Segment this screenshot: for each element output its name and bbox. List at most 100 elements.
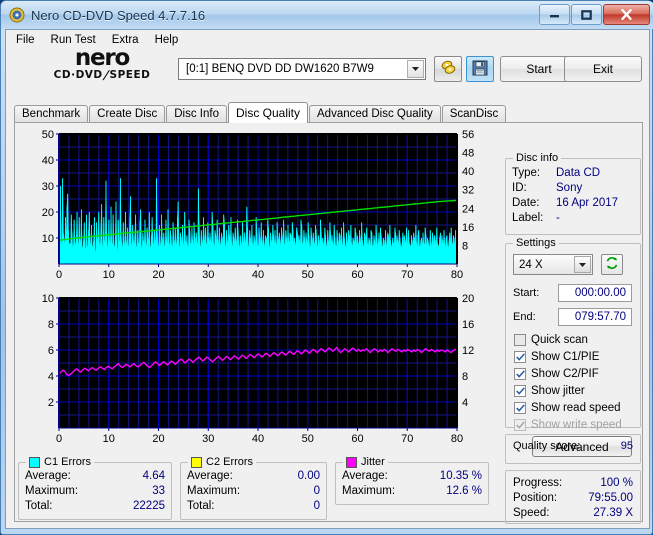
refresh-icon [605, 256, 619, 273]
speed-select[interactable]: 24 X [513, 254, 593, 275]
svg-text:40: 40 [42, 155, 54, 167]
start-button-label: Start [526, 62, 552, 76]
jitter-average-value: 10.35 % [439, 470, 482, 482]
c1-error-chart[interactable]: 10 20 30 40 50 8 16 24 32 40 48 56 0 10 20 30 40 50 60 70 80 [18, 128, 498, 288]
tab-scandisc[interactable]: ScanDisc [441, 105, 507, 122]
speed-label: Speed: [513, 507, 550, 519]
progress-value: 100 % [600, 477, 633, 489]
window-title: Nero CD-DVD Speed 4.7.7.16 [31, 7, 206, 23]
menu-item-file[interactable]: File [16, 34, 35, 46]
refresh-speed-button[interactable] [601, 254, 623, 275]
eject-disc-icon [440, 60, 457, 78]
status-row: Speed: 27.39 X [513, 506, 633, 521]
save-floppy-icon [472, 60, 488, 79]
svg-text:30: 30 [202, 433, 214, 445]
drive-selector[interactable]: [0:1] BENQ DVD DD DW1620 B7W9 [178, 58, 426, 80]
svg-text:30: 30 [42, 181, 54, 193]
tab-label: Advanced Disc Quality [317, 107, 433, 120]
quality-score-value: 95 [620, 440, 633, 452]
tab-label: Disc Quality [236, 105, 301, 120]
start-position-value: 000:00.00 [574, 287, 626, 299]
jitter-maximum-value: 12.6 % [446, 485, 482, 497]
disc-info-row: Type: Data CD [512, 166, 618, 181]
disc-info-row: Date: 16 Apr 2017 [512, 196, 618, 211]
chevron-down-icon[interactable] [574, 256, 591, 273]
disc-label-value: - [556, 212, 560, 224]
stat-row: Maximum: 12.6 % [342, 484, 482, 499]
save-button[interactable] [466, 56, 494, 82]
c2-color-swatch [191, 456, 202, 468]
svg-text:80: 80 [451, 269, 463, 281]
exit-button[interactable]: Exit [564, 56, 642, 82]
stat-row: Total: 22225 [25, 499, 165, 514]
c1-maximum-value: 33 [152, 485, 165, 497]
checkbox-quick-scan[interactable]: Quick scan [514, 332, 622, 347]
checkbox-show-c2-pif[interactable]: Show C2/PIF [514, 366, 622, 381]
checkbox-show-jitter[interactable]: Show jitter [514, 383, 622, 398]
svg-text:32: 32 [462, 185, 474, 197]
tab-bar: Benchmark Create Disc Disc Info Disc Qua… [14, 102, 507, 123]
svg-text:70: 70 [401, 269, 413, 281]
tab-disc-info[interactable]: Disc Info [166, 105, 227, 122]
quality-score-label: Quality score: [513, 440, 581, 452]
svg-text:4: 4 [462, 397, 468, 409]
c2-average-label: Average: [187, 470, 233, 482]
c1-total-value: 22225 [133, 500, 165, 512]
svg-text:2: 2 [48, 397, 54, 409]
c2-average-value: 0.00 [297, 470, 320, 482]
maximize-button[interactable] [571, 4, 602, 25]
end-position-label: End: [513, 311, 536, 323]
stat-row: Maximum: 0 [187, 484, 320, 499]
tab-label: ScanDisc [449, 107, 499, 120]
checkbox-label: Show read speed [531, 401, 621, 414]
checkbox-box [514, 384, 526, 397]
jitter-chart[interactable]: 2 4 6 8 10 4 8 12 16 20 0 10 20 30 40 50 60 70 80 [18, 292, 498, 452]
menu-item-help[interactable]: Help [155, 34, 179, 46]
checkbox-show-c1-pie[interactable]: Show C1/PIE [514, 349, 622, 364]
position-value: 79:55.00 [588, 492, 633, 504]
disc-type-value: Data CD [556, 167, 601, 179]
svg-text:20: 20 [42, 207, 54, 219]
svg-text:50: 50 [42, 129, 54, 141]
close-button[interactable] [603, 4, 650, 25]
c1-average-label: Average: [25, 470, 71, 482]
quality-score-group: Quality score: 95 [505, 434, 641, 464]
position-label: Position: [513, 492, 558, 504]
checkbox-box [514, 333, 526, 346]
svg-text:70: 70 [401, 433, 413, 445]
status-group: Progress: 100 % Position: 79:55.00 Speed… [505, 470, 641, 524]
tab-benchmark[interactable]: Benchmark [14, 105, 89, 122]
checkbox-box [514, 401, 526, 414]
checkbox-label: Show C1/PIE [531, 350, 600, 363]
jitter-group: Jitter Average: 10.35 % Maximum: 12.6 % [335, 456, 489, 505]
svg-text:20: 20 [152, 269, 164, 281]
svg-text:8: 8 [48, 319, 54, 331]
svg-text:20: 20 [152, 433, 164, 445]
svg-text:30: 30 [202, 269, 214, 281]
svg-text:50: 50 [302, 269, 314, 281]
title-bar: Nero CD-DVD Speed 4.7.7.16 [1, 1, 653, 29]
disc-info-row: ID: Sony [512, 181, 618, 196]
tab-create-disc[interactable]: Create Disc [89, 105, 166, 122]
eject-disc-button[interactable] [434, 56, 462, 82]
minimize-button[interactable] [539, 4, 570, 25]
client-area: File Run Test Extra Help nero CD·DVD / S… [5, 29, 650, 529]
chevron-down-icon[interactable] [407, 60, 424, 78]
status-row: Progress: 100 % [513, 476, 633, 491]
tab-disc-quality[interactable]: Disc Quality [228, 102, 309, 123]
toolbar: nero CD·DVD / SPEED [0:1] BENQ DVD DD DW… [6, 47, 649, 92]
disc-id-value: Sony [556, 182, 583, 194]
svg-text:56: 56 [462, 129, 474, 141]
progress-label: Progress: [513, 477, 563, 489]
svg-text:6: 6 [48, 345, 54, 357]
c2-maximum-value: 0 [313, 485, 320, 497]
start-position-field[interactable]: 000:00.00 [558, 284, 632, 302]
c1-average-value: 4.64 [142, 470, 165, 482]
end-position-field[interactable]: 079:57.70 [558, 308, 632, 326]
checkbox-show-read-speed[interactable]: Show read speed [514, 400, 622, 415]
svg-text:10: 10 [42, 293, 54, 305]
svg-text:80: 80 [451, 433, 463, 445]
tab-label: Benchmark [22, 107, 81, 120]
svg-text:40: 40 [462, 166, 474, 178]
tab-advanced-disc-quality[interactable]: Advanced Disc Quality [309, 105, 441, 122]
